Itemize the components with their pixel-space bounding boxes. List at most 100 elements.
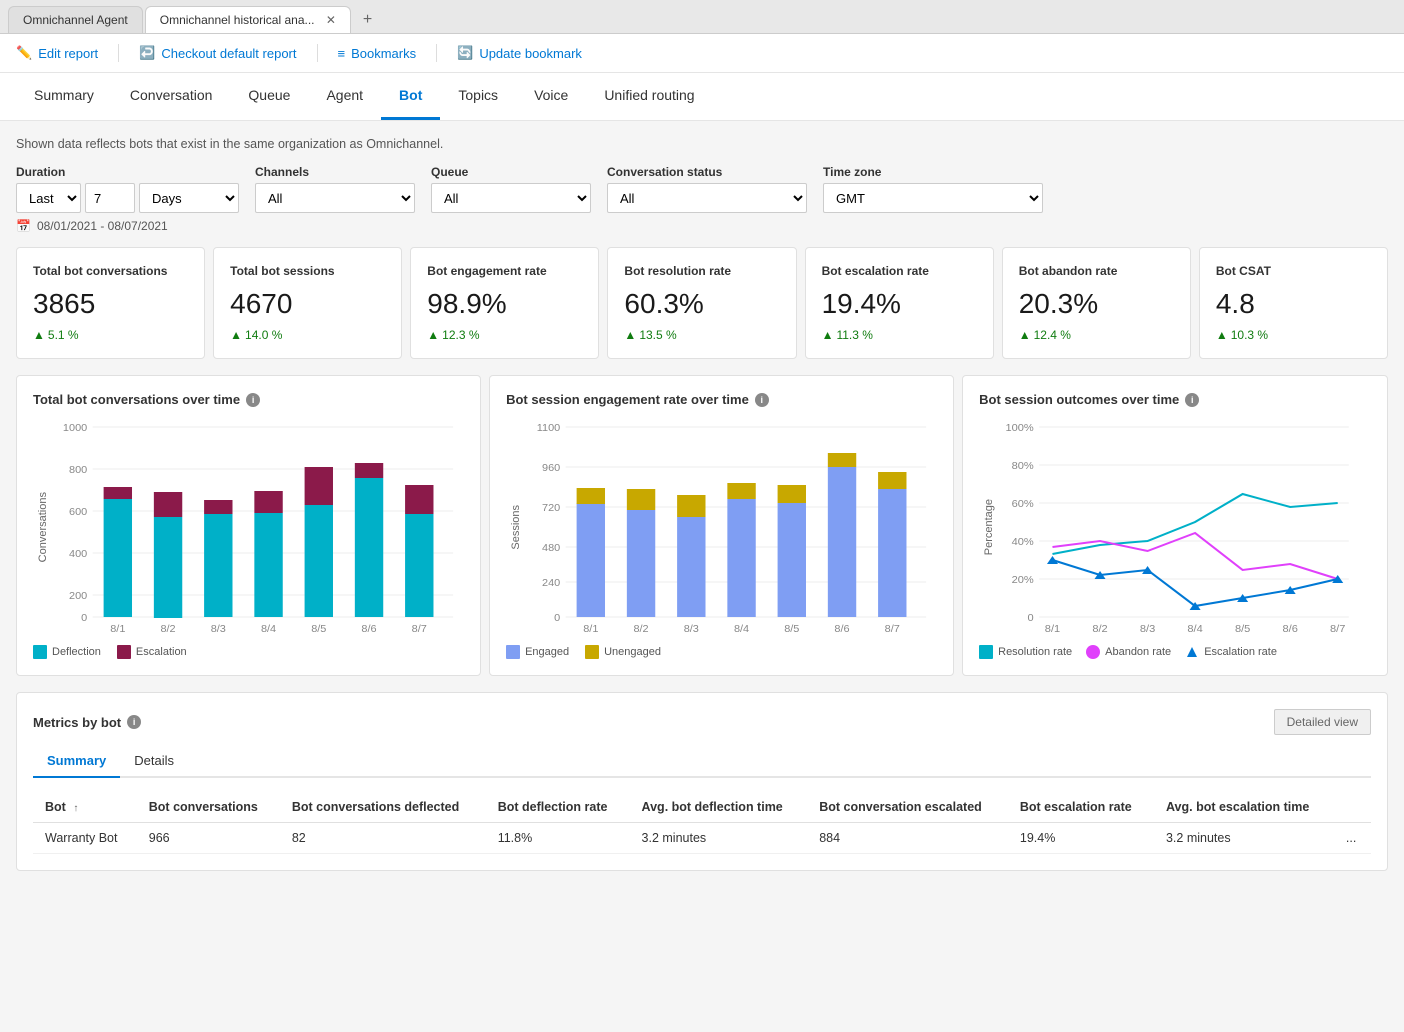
cell-escalation-rate: 19.4% — [1008, 823, 1154, 854]
update-bookmark-button[interactable]: 🔄 Update bookmark — [457, 45, 582, 61]
kpi-trend-value-4: 11.3 % — [836, 328, 872, 342]
col-escalated[interactable]: Bot conversation escalated — [807, 792, 1008, 823]
nav-tab-topics[interactable]: Topics — [440, 73, 516, 120]
chart1-svg: 1000 800 600 400 200 0 — [49, 417, 464, 637]
kpi-card-4: Bot escalation rate 19.4% ▲ 11.3 % — [805, 247, 994, 359]
svg-text:8/3: 8/3 — [211, 624, 226, 635]
kpi-value-4: 19.4% — [822, 288, 977, 320]
trend-arrow-1: ▲ — [230, 328, 242, 342]
svg-text:8/5: 8/5 — [1235, 623, 1251, 634]
svg-text:8/7: 8/7 — [412, 624, 427, 635]
sub-tab-summary[interactable]: Summary — [33, 745, 120, 778]
svg-text:480: 480 — [542, 543, 560, 554]
svg-text:60%: 60% — [1012, 498, 1034, 509]
chart2-title: Bot session engagement rate over time i — [506, 392, 937, 407]
trend-arrow-4: ▲ — [822, 328, 834, 342]
queue-select[interactable]: All — [431, 183, 591, 213]
chart-session-outcomes: Bot session outcomes over time i Percent… — [962, 375, 1388, 676]
svg-text:8/1: 8/1 — [1045, 623, 1061, 634]
sub-tab-details[interactable]: Details — [120, 745, 188, 778]
svg-text:960: 960 — [542, 463, 560, 474]
kpi-row: Total bot conversations 3865 ▲ 5.1 % Tot… — [16, 247, 1388, 359]
kpi-card-2: Bot engagement rate 98.9% ▲ 12.3 % — [410, 247, 599, 359]
svg-text:8/5: 8/5 — [784, 624, 799, 635]
cell-escalated: 884 — [807, 823, 1008, 854]
trend-arrow-2: ▲ — [427, 328, 439, 342]
svg-text:720: 720 — [542, 503, 560, 514]
kpi-title-6: Bot CSAT — [1216, 264, 1371, 278]
kpi-trend-3: ▲ 13.5 % — [624, 328, 779, 342]
conv-status-select[interactable]: All — [607, 183, 807, 213]
kpi-value-5: 20.3% — [1019, 288, 1174, 320]
metrics-table: Bot ↑ Bot conversations Bot conversation… — [33, 792, 1371, 854]
metrics-sub-tabs: Summary Details — [33, 745, 1371, 778]
trend-arrow-3: ▲ — [624, 328, 636, 342]
col-bot[interactable]: Bot ↑ — [33, 792, 137, 823]
kpi-value-1: 4670 — [230, 288, 385, 320]
kpi-card-0: Total bot conversations 3865 ▲ 5.1 % — [16, 247, 205, 359]
metrics-info-icon[interactable]: i — [127, 715, 141, 729]
edit-report-button[interactable]: ✏️ Edit report — [16, 45, 98, 61]
svg-text:Day: Day — [730, 636, 752, 637]
svg-text:20%: 20% — [1012, 574, 1034, 585]
svg-text:0: 0 — [554, 613, 560, 624]
conversation-status-filter: Conversation status All — [607, 165, 807, 213]
col-deflection-rate[interactable]: Bot deflection rate — [486, 792, 630, 823]
nav-tab-unified-routing[interactable]: Unified routing — [586, 73, 712, 120]
chart2-info-icon[interactable]: i — [755, 393, 769, 407]
col-conversations[interactable]: Bot conversations — [137, 792, 280, 823]
kpi-value-6: 4.8 — [1216, 288, 1371, 320]
kpi-title-4: Bot escalation rate — [822, 264, 977, 278]
refresh-icon: 🔄 — [457, 45, 473, 61]
date-range: 📅 08/01/2021 - 08/07/2021 — [16, 219, 1388, 233]
kpi-card-3: Bot resolution rate 60.3% ▲ 13.5 % — [607, 247, 796, 359]
close-tab-icon[interactable]: ✕ — [326, 13, 336, 27]
nav-tab-conversation[interactable]: Conversation — [112, 73, 231, 120]
duration-value-input[interactable] — [85, 183, 135, 213]
channels-label: Channels — [255, 165, 415, 179]
svg-text:8/4: 8/4 — [734, 624, 749, 635]
duration-label: Duration — [16, 165, 239, 179]
add-tab-button[interactable]: + — [353, 7, 382, 33]
svg-text:80%: 80% — [1012, 460, 1034, 471]
checkout-report-button[interactable]: ↩️ Checkout default report — [139, 45, 296, 61]
svg-text:8/2: 8/2 — [160, 624, 175, 635]
chart1-title: Total bot conversations over time i — [33, 392, 464, 407]
table-row: Warranty Bot 966 82 11.8% 3.2 minutes 88… — [33, 823, 1371, 854]
detailed-view-button[interactable]: Detailed view — [1274, 709, 1371, 735]
svg-text:100%: 100% — [1006, 422, 1034, 433]
duration-preset-select[interactable]: Last — [16, 183, 81, 213]
chart-session-engagement: Bot session engagement rate over time i … — [489, 375, 954, 676]
kpi-card-5: Bot abandon rate 20.3% ▲ 12.4 % — [1002, 247, 1191, 359]
cell-avg-deflection: 3.2 minutes — [630, 823, 808, 854]
nav-tab-voice[interactable]: Voice — [516, 73, 586, 120]
nav-tab-bot[interactable]: Bot — [381, 73, 440, 120]
cell-bot-name: Warranty Bot — [33, 823, 137, 854]
cell-row-more[interactable]: ... — [1334, 823, 1371, 854]
svg-text:8/1: 8/1 — [583, 624, 598, 635]
chart1-info-icon[interactable]: i — [246, 393, 260, 407]
col-deflected[interactable]: Bot conversations deflected — [280, 792, 486, 823]
nav-tab-summary[interactable]: Summary — [16, 73, 112, 120]
chart1-legend: Deflection Escalation — [33, 645, 464, 659]
tab-omnichannel-agent[interactable]: Omnichannel Agent — [8, 6, 143, 33]
col-avg-deflection[interactable]: Avg. bot deflection time — [630, 792, 808, 823]
bookmarks-button[interactable]: ≡ Bookmarks — [338, 46, 417, 61]
chart2-legend: Engaged Unengaged — [506, 645, 937, 659]
kpi-trend-value-3: 13.5 % — [639, 328, 676, 342]
cell-deflection-rate: 11.8% — [486, 823, 630, 854]
timezone-select[interactable]: GMT — [823, 183, 1043, 213]
metrics-section: Metrics by bot i Detailed view Summary D… — [16, 692, 1388, 871]
col-escalation-rate[interactable]: Bot escalation rate — [1008, 792, 1154, 823]
kpi-trend-1: ▲ 14.0 % — [230, 328, 385, 342]
channels-select[interactable]: All — [255, 183, 415, 213]
nav-tab-agent[interactable]: Agent — [308, 73, 381, 120]
duration-unit-select[interactable]: Days — [139, 183, 239, 213]
tab-omnichannel-historical[interactable]: Omnichannel historical ana... ✕ — [145, 6, 351, 33]
chart3-info-icon[interactable]: i — [1185, 393, 1199, 407]
cell-avg-escalation: 3.2 minutes — [1154, 823, 1334, 854]
info-text: Shown data reflects bots that exist in t… — [16, 137, 1388, 151]
kpi-trend-value-6: 10.3 % — [1231, 328, 1268, 342]
nav-tab-queue[interactable]: Queue — [230, 73, 308, 120]
col-avg-escalation[interactable]: Avg. bot escalation time — [1154, 792, 1334, 823]
